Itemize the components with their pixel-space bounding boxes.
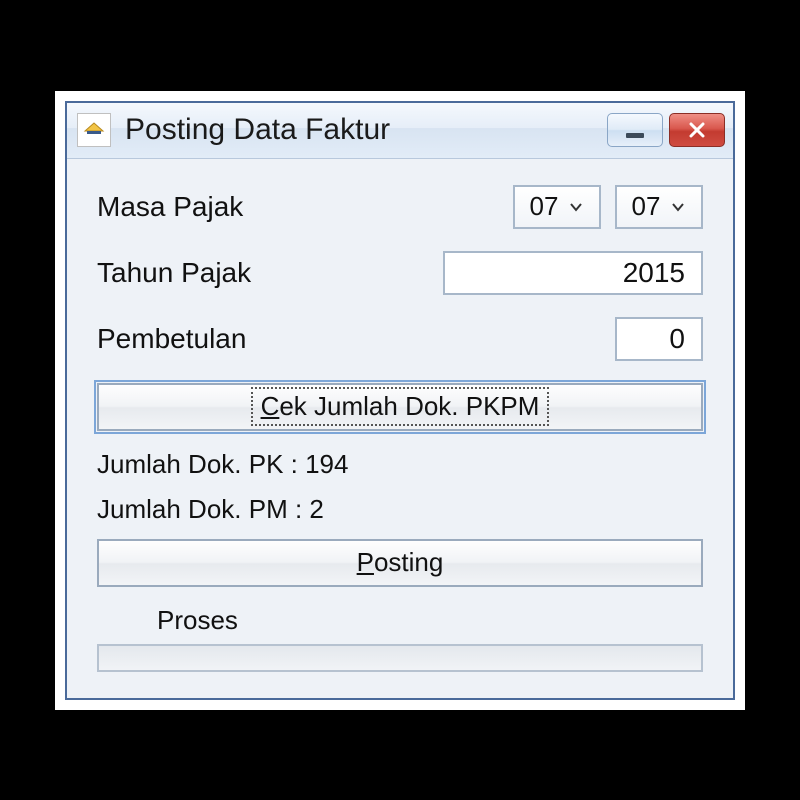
dialog-window: Posting Data Faktur Masa Pajak 07	[65, 101, 735, 700]
posting-mnemonic: P	[357, 547, 374, 578]
tahun-pajak-value: 2015	[623, 257, 685, 289]
minimize-button[interactable]	[607, 113, 663, 147]
titlebar: Posting Data Faktur	[67, 103, 733, 159]
minimize-icon	[626, 133, 644, 138]
jumlah-dok-pk: Jumlah Dok. PK : 194	[97, 449, 703, 480]
cek-jumlah-button[interactable]: Cek Jumlah Dok. PKPM	[97, 383, 703, 431]
cek-jumlah-focus-ring: Cek Jumlah Dok. PKPM	[251, 387, 550, 426]
masa-pajak-from-value: 07	[530, 191, 559, 222]
window-controls	[607, 113, 725, 147]
progress-bar	[97, 644, 703, 672]
chevron-down-icon	[568, 199, 584, 215]
row-masa-pajak: Masa Pajak 07 07	[97, 185, 703, 229]
close-button[interactable]	[669, 113, 725, 147]
row-tahun-pajak: Tahun Pajak 2015	[97, 251, 703, 295]
cek-label-rest: ek Jumlah Dok. PKPM	[279, 391, 539, 421]
row-pembetulan: Pembetulan 0	[97, 317, 703, 361]
outer-frame: Posting Data Faktur Masa Pajak 07	[55, 91, 745, 710]
proses-label: Proses	[157, 605, 703, 636]
window-title: Posting Data Faktur	[125, 113, 607, 147]
masa-pajak-to-value: 07	[632, 191, 661, 222]
client-area: Masa Pajak 07 07 Tahun Pajak 2015 Pembet…	[67, 159, 733, 698]
posting-button[interactable]: Posting	[97, 539, 703, 587]
app-icon	[77, 113, 111, 147]
masa-pajak-from-select[interactable]: 07	[513, 185, 601, 229]
tahun-pajak-input[interactable]: 2015	[443, 251, 703, 295]
pembetulan-input[interactable]: 0	[615, 317, 703, 361]
masa-pajak-to-select[interactable]: 07	[615, 185, 703, 229]
pembetulan-value: 0	[669, 323, 685, 355]
close-icon	[688, 121, 706, 139]
tahun-pajak-label: Tahun Pajak	[97, 257, 443, 289]
pembetulan-label: Pembetulan	[97, 323, 615, 355]
jumlah-dok-pm: Jumlah Dok. PM : 2	[97, 494, 703, 525]
cek-mnemonic: C	[261, 391, 280, 421]
masa-pajak-label: Masa Pajak	[97, 191, 513, 223]
posting-label-rest: osting	[374, 547, 443, 578]
chevron-down-icon	[670, 199, 686, 215]
